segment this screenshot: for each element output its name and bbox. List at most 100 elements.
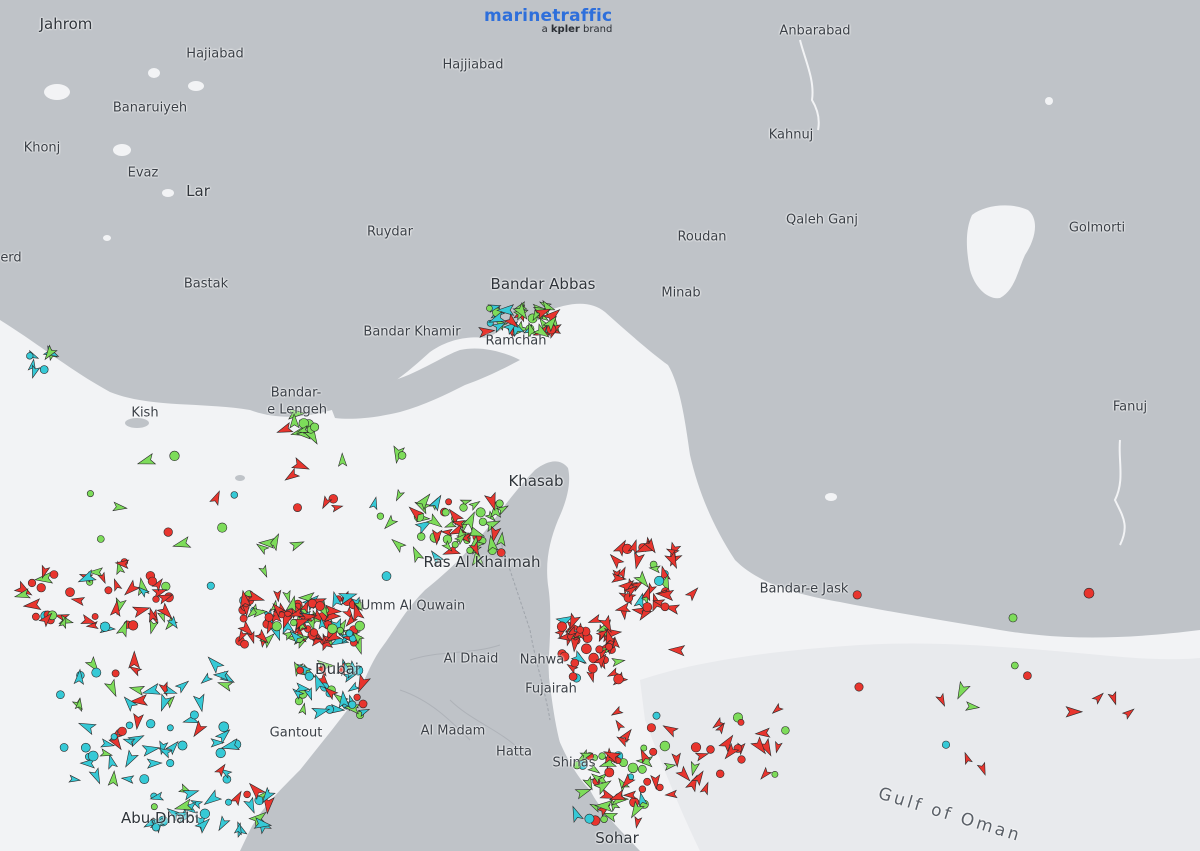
- vessel-marker[interactable]: [239, 614, 248, 623]
- vessel-marker[interactable]: [646, 723, 656, 733]
- vessel-marker[interactable]: [189, 710, 199, 720]
- vessel-marker[interactable]: [81, 742, 91, 753]
- vessel-marker[interactable]: [353, 693, 361, 701]
- vessel-marker[interactable]: [177, 740, 188, 751]
- vessel-marker[interactable]: [478, 517, 488, 526]
- vessel-marker[interactable]: [86, 490, 94, 498]
- vessel-marker[interactable]: [328, 494, 338, 504]
- vessel-marker[interactable]: [1008, 613, 1018, 623]
- vessel-marker[interactable]: [600, 815, 608, 823]
- vessel-marker[interactable]: [271, 621, 282, 632]
- vessel-marker[interactable]: [128, 620, 139, 631]
- vessel-marker[interactable]: [125, 721, 134, 729]
- vessel-marker[interactable]: [56, 690, 65, 700]
- vessel-marker[interactable]: [441, 508, 450, 517]
- vessel-marker[interactable]: [59, 743, 69, 752]
- vessel-marker[interactable]: [706, 745, 715, 754]
- vessel-marker[interactable]: [854, 682, 864, 692]
- vessel-marker[interactable]: [163, 527, 173, 537]
- vessel-marker[interactable]: [169, 450, 180, 462]
- vessel-marker[interactable]: [26, 352, 34, 360]
- vessel-marker[interactable]: [146, 719, 156, 729]
- vessel-marker[interactable]: [206, 581, 215, 590]
- vessel-marker[interactable]: [39, 365, 49, 374]
- vessel-marker[interactable]: [451, 541, 459, 549]
- vessel-marker[interactable]: [225, 798, 232, 806]
- vessel-marker[interactable]: [147, 576, 157, 586]
- vessel-marker[interactable]: [309, 628, 319, 637]
- vessel-marker[interactable]: [49, 570, 59, 579]
- vessel-marker[interactable]: [654, 575, 665, 586]
- vessel-marker[interactable]: [604, 767, 615, 778]
- vessel-marker[interactable]: [642, 602, 653, 612]
- vessel-marker[interactable]: [570, 658, 580, 668]
- vessel-marker[interactable]: [152, 595, 160, 603]
- vessel-marker[interactable]: [327, 623, 338, 634]
- vessel-marker[interactable]: [110, 733, 118, 741]
- vessel-marker[interactable]: [345, 629, 354, 638]
- vessel-marker[interactable]: [475, 507, 486, 518]
- vessel-marker[interactable]: [715, 769, 725, 778]
- vessel-marker[interactable]: [298, 418, 309, 429]
- vessel-marker[interactable]: [166, 724, 174, 732]
- vessel-marker[interactable]: [781, 726, 790, 735]
- vessel-marker[interactable]: [690, 742, 702, 753]
- vessel-marker[interactable]: [348, 700, 357, 709]
- vessel-marker[interactable]: [587, 663, 598, 674]
- vessel-marker[interactable]: [218, 721, 230, 733]
- vessel-marker[interactable]: [659, 740, 671, 752]
- vessel-marker[interactable]: [104, 586, 113, 595]
- vessel-marker[interactable]: [584, 813, 595, 824]
- vessel-marker[interactable]: [27, 578, 37, 588]
- vessel-marker[interactable]: [139, 774, 150, 784]
- vessel-marker[interactable]: [304, 671, 314, 681]
- vessel-marker[interactable]: [397, 451, 407, 460]
- vessel-marker[interactable]: [296, 666, 304, 675]
- vessel-marker[interactable]: [495, 499, 504, 508]
- vessel-marker[interactable]: [445, 498, 452, 506]
- vessel-marker[interactable]: [649, 747, 658, 756]
- vessel-marker[interactable]: [32, 612, 40, 621]
- vessel-marker[interactable]: [117, 726, 127, 736]
- vessel-marker[interactable]: [613, 673, 624, 685]
- vessel-marker[interactable]: [91, 667, 102, 678]
- vessel-marker[interactable]: [91, 613, 99, 620]
- vessel-marker[interactable]: [660, 602, 670, 612]
- vessel-marker[interactable]: [243, 790, 251, 799]
- vessel-marker[interactable]: [941, 740, 950, 749]
- vessel-marker[interactable]: [576, 625, 584, 634]
- vessel-marker[interactable]: [65, 587, 75, 598]
- vessel-marker[interactable]: [87, 750, 99, 762]
- vessel-marker[interactable]: [737, 719, 745, 726]
- vessel-marker[interactable]: [264, 612, 274, 622]
- vessel-marker[interactable]: [652, 711, 661, 720]
- vessel-marker[interactable]: [376, 512, 385, 520]
- vessel-marker[interactable]: [215, 747, 226, 759]
- vessel-marker[interactable]: [358, 699, 368, 709]
- vessel-marker[interactable]: [595, 645, 604, 654]
- vessel-marker[interactable]: [643, 777, 652, 786]
- vessel-marker[interactable]: [97, 535, 105, 543]
- vessel-marker[interactable]: [315, 601, 325, 611]
- vessel-marker[interactable]: [623, 593, 634, 603]
- vessel-marker[interactable]: [1023, 671, 1032, 681]
- vessel-marker[interactable]: [36, 583, 46, 593]
- vessel-marker[interactable]: [771, 771, 779, 778]
- vessel-marker[interactable]: [581, 643, 592, 655]
- vessel-marker[interactable]: [459, 503, 468, 512]
- vessel-marker[interactable]: [486, 304, 493, 312]
- vessel-marker[interactable]: [217, 522, 228, 533]
- vessel-marker[interactable]: [1083, 587, 1095, 599]
- vessel-marker[interactable]: [637, 764, 647, 774]
- vessel-marker[interactable]: [310, 422, 320, 432]
- vessel-marker[interactable]: [99, 621, 111, 632]
- vessel-marker[interactable]: [638, 785, 647, 793]
- vessel-marker[interactable]: [568, 672, 578, 681]
- vessel-marker[interactable]: [1010, 661, 1019, 670]
- vessel-marker[interactable]: [852, 590, 862, 600]
- vessel-marker[interactable]: [336, 626, 344, 634]
- vessel-marker[interactable]: [240, 639, 249, 649]
- vessel-marker[interactable]: [556, 621, 568, 632]
- vessel-marker[interactable]: [111, 669, 120, 678]
- vessel-marker[interactable]: [627, 762, 639, 774]
